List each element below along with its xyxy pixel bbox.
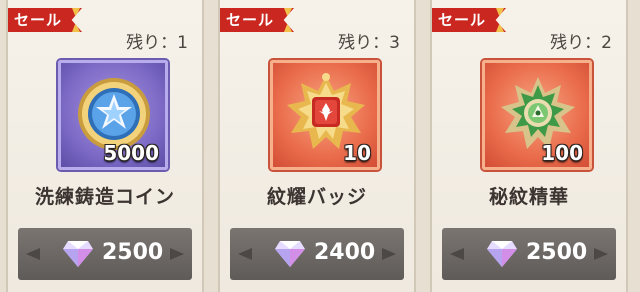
- gem-currency-icon: [275, 241, 305, 267]
- price-value: 2500: [102, 240, 164, 265]
- sale-tag: セール: [432, 8, 506, 32]
- item-quantity: 10: [343, 141, 371, 165]
- item-name: 紋耀バッジ: [266, 186, 367, 208]
- buy-button[interactable]: 2500: [18, 228, 192, 280]
- price-value: 2400: [314, 240, 376, 265]
- buy-button[interactable]: 2400: [230, 228, 404, 280]
- sale-tag: セール: [220, 8, 294, 32]
- item-icon-frame: 100: [482, 60, 592, 170]
- gem-currency-icon: [63, 241, 93, 267]
- item-icon-frame: 5000: [58, 60, 168, 170]
- item-name: 秘紋精華: [488, 186, 569, 208]
- sale-tag: セール: [8, 8, 82, 32]
- shop-item-card[interactable]: セール 残り：3 10 紋耀バッジ 2400: [218, 0, 416, 292]
- item-name: 洗練鋳造コイン: [34, 186, 175, 208]
- shop-item-card[interactable]: セール 残り：2 100 秘紋精華 2500: [430, 0, 628, 292]
- price-value: 2500: [526, 240, 588, 265]
- item-quantity: 5000: [103, 141, 159, 165]
- remaining-count: 残り：2: [550, 33, 612, 53]
- gem-currency-icon: [487, 241, 517, 267]
- item-icon-frame: 10: [270, 60, 380, 170]
- buy-button[interactable]: 2500: [442, 228, 616, 280]
- remaining-count: 残り：3: [338, 33, 400, 53]
- item-quantity: 100: [541, 141, 583, 165]
- remaining-count: 残り：1: [126, 33, 188, 53]
- shop-item-card[interactable]: セール 残り：1 5000 洗練鋳造コイン 2500: [6, 0, 204, 292]
